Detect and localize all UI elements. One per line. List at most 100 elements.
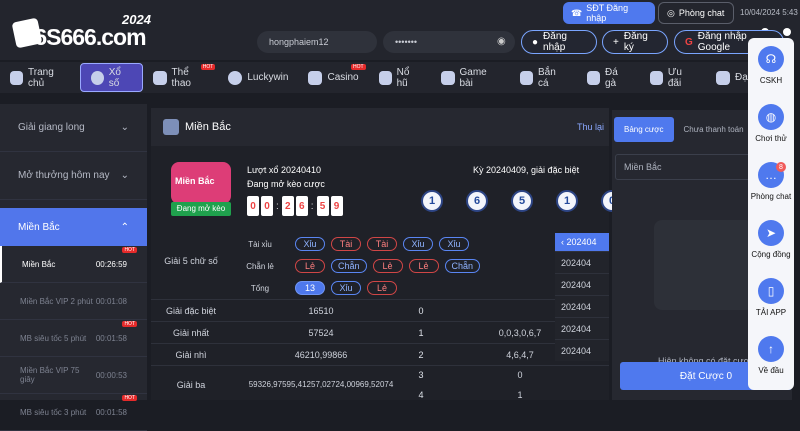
chevron-down-icon: ⌄ <box>120 122 129 133</box>
login-button[interactable]: ● Đăng nhập <box>521 30 597 54</box>
chat-room-button[interactable]: ◎ Phòng chat <box>658 2 734 24</box>
nav-promotions[interactable]: Ưu đãi <box>640 62 706 93</box>
rail-chat[interactable]: … Phòng chat 8 <box>748 162 794 222</box>
username-input[interactable]: hongphaiem12 <box>257 31 377 53</box>
rail-cskh[interactable]: ☊ CSKH <box>748 46 794 106</box>
sidebar-group-today[interactable]: Mở thưởng hôm nay ⌄ <box>0 152 147 200</box>
eye-icon[interactable]: ◉ <box>497 36 509 48</box>
nav-lottery[interactable]: Xổ số <box>79 63 144 92</box>
cards-icon <box>441 70 455 85</box>
result-balls: 1 6 5 1 0 <box>421 190 623 212</box>
region-icon <box>163 119 179 135</box>
gamepad-icon: ◍ <box>758 104 784 130</box>
tab-bet-slip[interactable]: Bảng cược <box>614 116 674 142</box>
history-row[interactable]: 202404 <box>555 273 609 295</box>
nav-cockfight[interactable]: Đá gà <box>577 62 640 93</box>
user-icon: ● <box>532 36 539 48</box>
history-row[interactable]: 202404 <box>555 251 609 273</box>
bet-chip[interactable]: Xỉu <box>295 237 325 251</box>
sidebar-row[interactable]: Miền Bắc 00:26:59 HOT <box>0 246 147 283</box>
lottery-icon <box>90 70 104 85</box>
headset-icon: ☊ <box>758 46 784 72</box>
chan-le-row: Chẵn lẻ Lẻ Chẵn Lẻ Lẻ Chẵn <box>231 255 541 277</box>
bet-chip[interactable]: Lẻ <box>372 259 403 273</box>
rail-try[interactable]: ◍ Chơi thử <box>748 104 794 164</box>
toggle-dot-2[interactable] <box>783 28 791 36</box>
tai-xiu-row: Tài xỉu Xỉu Tài Tài Xỉu Xỉu <box>231 233 541 255</box>
bet-chip[interactable]: Lẻ <box>295 259 325 273</box>
sports-icon <box>153 70 167 85</box>
sidebar-row[interactable]: Miền Bắc VIP 2 phút 00:01:08 <box>0 283 147 320</box>
casino-icon <box>308 70 323 85</box>
bet-chip[interactable]: Xỉu <box>439 237 469 251</box>
site-logo[interactable]: S6S666.com 2024 <box>11 8 164 54</box>
bet-chip[interactable]: Xỉu <box>331 281 361 295</box>
notification-badge: 8 <box>776 162 786 172</box>
nav-home[interactable]: Trang chủ <box>0 62 80 93</box>
status-badge: Đang mở kèo <box>171 202 231 216</box>
page-title: Miền Bắc <box>185 121 231 133</box>
results-table: Giải đặc biệt 16510 0 Giải nhất 57524 1 0,0,3… <box>151 299 609 403</box>
bet-chip[interactable]: Chẵn <box>444 259 481 273</box>
phone-icon: ▯ <box>758 278 784 304</box>
result-ball: 1 <box>556 190 578 212</box>
nav-sports[interactable]: Thể thao HOT <box>143 62 218 93</box>
history-row[interactable]: 202404 <box>555 295 609 317</box>
rail-community[interactable]: ➤ Cộng đồng <box>748 220 794 280</box>
bet-chip[interactable]: Chẵn <box>331 259 367 273</box>
draw-turn: Lượt xổ 20240410 <box>247 165 321 175</box>
rooster-icon <box>586 70 600 85</box>
nav-card-games[interactable]: Game bài <box>431 62 509 93</box>
countdown-digit: 9 <box>330 196 343 216</box>
google-icon: G <box>685 36 693 48</box>
countdown-digit: 2 <box>281 196 294 216</box>
sidebar-row[interactable]: MB siêu tốc 5 phút 00:01:58 HOT <box>0 320 147 357</box>
bet-chip[interactable]: Tài <box>331 237 361 251</box>
register-button[interactable]: + Đăng ký <box>602 30 668 54</box>
history-header[interactable]: ‹ 202404 <box>555 233 609 251</box>
bet-chip[interactable]: Lẻ <box>367 281 397 295</box>
phone-login-button[interactable]: ☎ SĐT Đăng nhập <box>563 2 655 24</box>
sidebar-item-mien-bac[interactable]: Miền Bắc ⌃ <box>0 208 147 246</box>
empty-illustration <box>654 220 754 310</box>
add-user-icon: + <box>613 36 619 48</box>
bet-chip[interactable]: Lẻ <box>408 259 439 273</box>
history-row[interactable]: 202404 <box>555 317 609 339</box>
chevron-down-icon: ⌄ <box>120 170 129 181</box>
tong-row: Tổng 13 Xỉu Lẻ <box>231 277 541 299</box>
result-ball: 6 <box>466 190 488 212</box>
nav-casino[interactable]: Casino HOT <box>298 62 368 93</box>
tab-unpaid[interactable]: Chưa thanh toán <box>684 125 744 134</box>
previous-draw: Kỳ 20240409, giải đặc biệt <box>473 165 580 175</box>
countdown: 0 0 : 2 6 : 5 9 <box>247 196 343 216</box>
bet-chip[interactable]: 13 <box>295 281 325 295</box>
hot-badge: HOT <box>200 64 216 70</box>
arrow-up-icon: ↑ <box>758 336 784 362</box>
phone-icon: ☎ <box>571 7 583 18</box>
hot-badge: HOT <box>351 64 366 70</box>
lottery-sidebar: Giải giang long ⌄ Mở thưởng hôm nay ⌄ Miền… <box>0 104 147 431</box>
countdown-digit: 6 <box>295 196 308 216</box>
rail-download[interactable]: ▯ TẢI APP <box>748 278 794 338</box>
rail-to-top[interactable]: ↑ Về đầu <box>748 336 794 396</box>
sidebar-row[interactable]: Miền Bắc VIP 75 giây 00:00:53 <box>0 357 147 394</box>
fish-icon <box>519 70 533 85</box>
bet-chip[interactable]: Tài <box>367 237 397 251</box>
nav-luckywin[interactable]: Luckywin <box>218 62 298 93</box>
lottery-main: Miền Bắc Thu lại Miền Bắc Đang mở kèo Lư… <box>151 108 623 403</box>
datetime: 10/04/2024 5:43 <box>740 8 798 17</box>
history-table: ‹ 202404 202404 202404 202404 202404 202… <box>555 233 609 361</box>
password-input[interactable]: ••••••• ◉ <box>383 31 515 53</box>
main-header: Miền Bắc <box>151 108 609 146</box>
home-icon <box>10 70 24 85</box>
nav-fishing[interactable]: Bắn cá <box>510 62 577 93</box>
hot-badge: HOT <box>122 395 137 401</box>
floating-rail: ☊ CSKH ◍ Chơi thử … Phòng chat 8 ➤ Cộng đồng … <box>748 38 794 390</box>
history-row[interactable]: 202404 <box>555 339 609 361</box>
countdown-digit: 0 <box>247 196 259 216</box>
bet-chip[interactable]: Xỉu <box>403 237 433 251</box>
send-icon: ➤ <box>758 220 784 246</box>
nav-slots[interactable]: Nổ hũ <box>369 62 432 93</box>
collapse-link[interactable]: Thu lại <box>577 122 604 132</box>
sidebar-group-giang-long[interactable]: Giải giang long ⌄ <box>0 104 147 152</box>
